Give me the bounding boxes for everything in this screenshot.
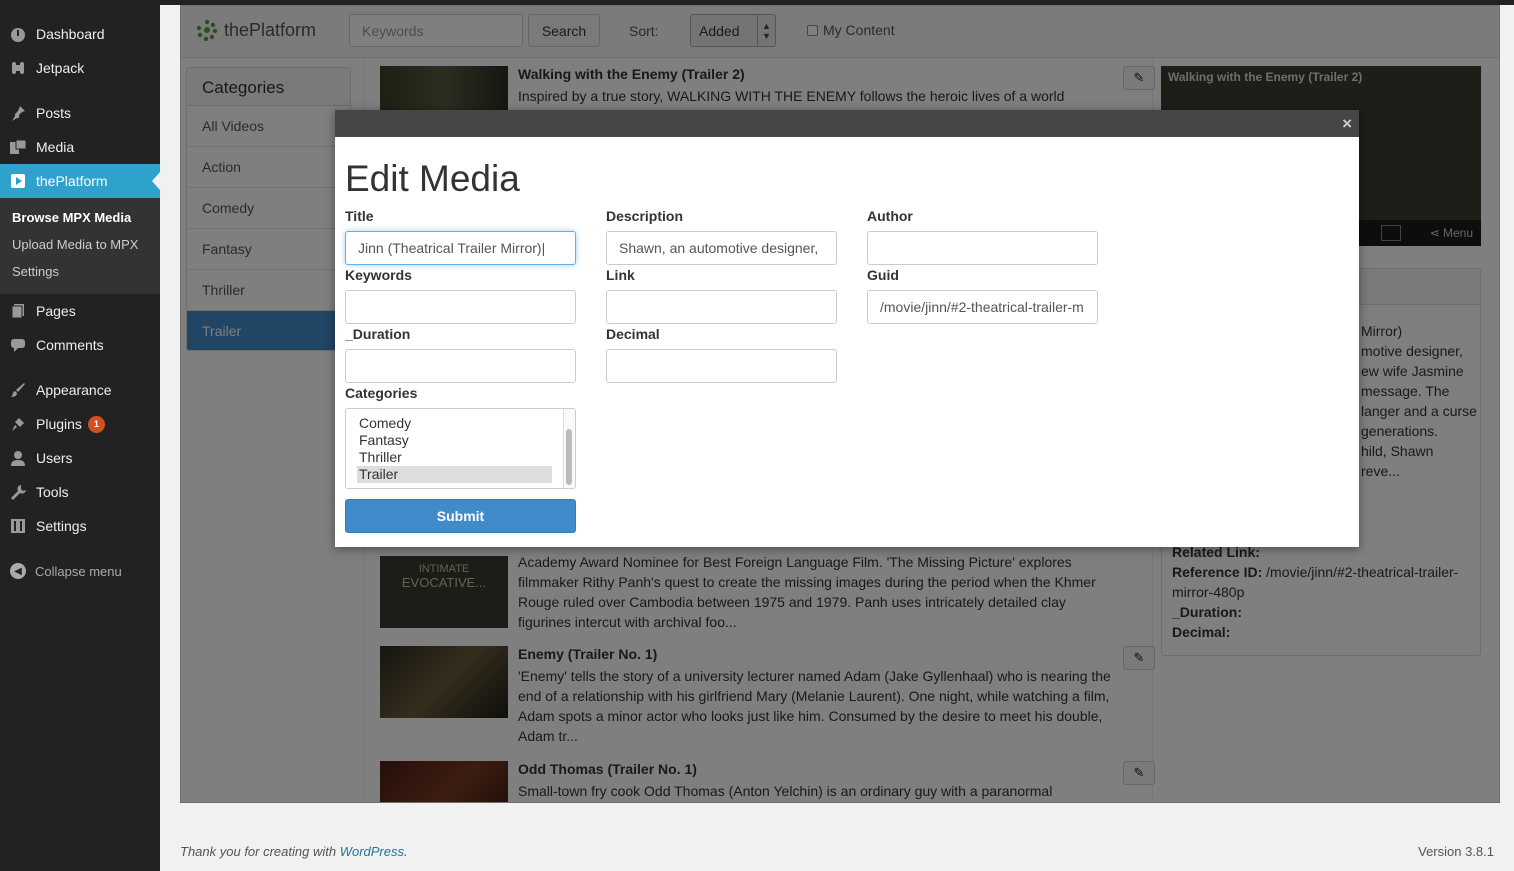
- category-option[interactable]: Comedy: [346, 415, 575, 432]
- menu-theplatform[interactable]: thePlatform: [0, 164, 160, 198]
- comment-icon: [0, 337, 36, 353]
- decimal-field-label: Decimal: [606, 326, 660, 342]
- menu-jetpack[interactable]: Jetpack: [0, 51, 160, 85]
- menu-pages[interactable]: Pages: [0, 294, 160, 328]
- category-option[interactable]: Thriller: [346, 449, 575, 466]
- guid-label: Guid: [867, 267, 899, 283]
- description-label: Description: [606, 208, 684, 224]
- menu-label: Dashboard: [36, 26, 105, 42]
- categories-multiselect[interactable]: Comedy Fantasy Thriller Trailer: [345, 408, 576, 489]
- modal-titlebar: ×: [335, 110, 1359, 137]
- collapse-arrow-icon: ◀: [10, 563, 26, 579]
- title-label: Title: [345, 208, 374, 224]
- theplatform-submenu: Browse MPX Media Upload Media to MPX Set…: [0, 198, 160, 294]
- duration-input[interactable]: [345, 349, 576, 383]
- description-input[interactable]: Shawn, an automotive designer,: [606, 231, 837, 265]
- footer-period: .: [404, 844, 408, 859]
- plugins-update-badge: 1: [87, 415, 105, 433]
- menu-label: Tools: [36, 484, 69, 500]
- scrollbar[interactable]: [563, 409, 575, 488]
- edit-media-modal: × Edit Media Title Jinn (Theatrical Trai…: [335, 110, 1359, 547]
- guid-input[interactable]: /movie/jinn/#2-theatrical-trailer-m: [867, 290, 1098, 324]
- menu-label: Users: [36, 450, 73, 466]
- submit-button[interactable]: Submit: [345, 499, 576, 533]
- categories-label: Categories: [345, 385, 418, 401]
- menu-label: thePlatform: [36, 173, 108, 189]
- title-input[interactable]: Jinn (Theatrical Trailer Mirror) |: [345, 231, 576, 265]
- submenu-upload[interactable]: Upload Media to MPX: [12, 237, 138, 252]
- modal-heading: Edit Media: [345, 158, 520, 199]
- text-cursor: |: [541, 240, 546, 256]
- menu-tools[interactable]: Tools: [0, 475, 160, 509]
- decimal-input[interactable]: [606, 349, 837, 383]
- menu-users[interactable]: Users: [0, 441, 160, 475]
- menu-media[interactable]: Media: [0, 130, 160, 164]
- menu-label: Pages: [36, 303, 76, 319]
- menu-posts[interactable]: Posts: [0, 96, 160, 130]
- menu-appearance[interactable]: Appearance: [0, 373, 160, 407]
- play-icon: [0, 173, 36, 189]
- menu-label: Settings: [36, 518, 87, 534]
- menu-dashboard[interactable]: Dashboard: [0, 17, 160, 51]
- category-option[interactable]: Fantasy: [346, 432, 575, 449]
- submenu-browse[interactable]: Browse MPX Media: [12, 210, 131, 225]
- menu-label: Comments: [36, 337, 104, 353]
- footer-text: Thank you for creating with: [180, 844, 340, 859]
- footer-thanks: Thank you for creating with WordPress.: [180, 844, 408, 859]
- menu-settings[interactable]: Settings: [0, 509, 160, 543]
- admin-sidebar: Dashboard Jetpack Posts Media thePlatfor…: [0, 0, 160, 871]
- version-text: Version 3.8.1: [1418, 844, 1494, 859]
- link-label: Link: [606, 267, 635, 283]
- keywords-label: Keywords: [345, 267, 412, 283]
- link-input[interactable]: [606, 290, 837, 324]
- brush-icon: [0, 382, 36, 398]
- wordpress-link[interactable]: WordPress: [340, 844, 404, 859]
- settings-icon: [0, 518, 36, 534]
- menu-label: Posts: [36, 105, 72, 121]
- pages-icon: [0, 303, 36, 319]
- wrench-icon: [0, 484, 36, 500]
- menu-label: Jetpack: [36, 60, 85, 76]
- collapse-menu-button[interactable]: ◀ Collapse menu: [0, 559, 160, 583]
- duration-field-label: _Duration: [345, 326, 411, 342]
- pin-icon: [0, 105, 36, 121]
- menu-label: Appearance: [36, 382, 112, 398]
- author-input[interactable]: [867, 231, 1098, 265]
- user-icon: [0, 450, 36, 466]
- menu-label: Plugins: [36, 416, 82, 432]
- jetpack-icon: [0, 60, 36, 76]
- title-value: Jinn (Theatrical Trailer Mirror): [358, 240, 542, 256]
- close-icon[interactable]: ×: [1342, 114, 1352, 134]
- category-option-selected[interactable]: Trailer: [357, 466, 552, 483]
- collapse-label: Collapse menu: [35, 563, 122, 579]
- plugin-icon: [0, 416, 36, 432]
- scrollbar-thumb[interactable]: [566, 429, 572, 485]
- media-icon: [0, 139, 36, 155]
- menu-plugins[interactable]: Plugins 1: [0, 407, 160, 441]
- menu-comments[interactable]: Comments: [0, 328, 160, 362]
- menu-label: Media: [36, 139, 75, 155]
- current-arrow: [152, 172, 160, 190]
- author-label: Author: [867, 208, 913, 224]
- keywords-field[interactable]: [345, 290, 576, 324]
- dashboard-icon: [0, 26, 36, 42]
- submenu-settings[interactable]: Settings: [12, 264, 59, 279]
